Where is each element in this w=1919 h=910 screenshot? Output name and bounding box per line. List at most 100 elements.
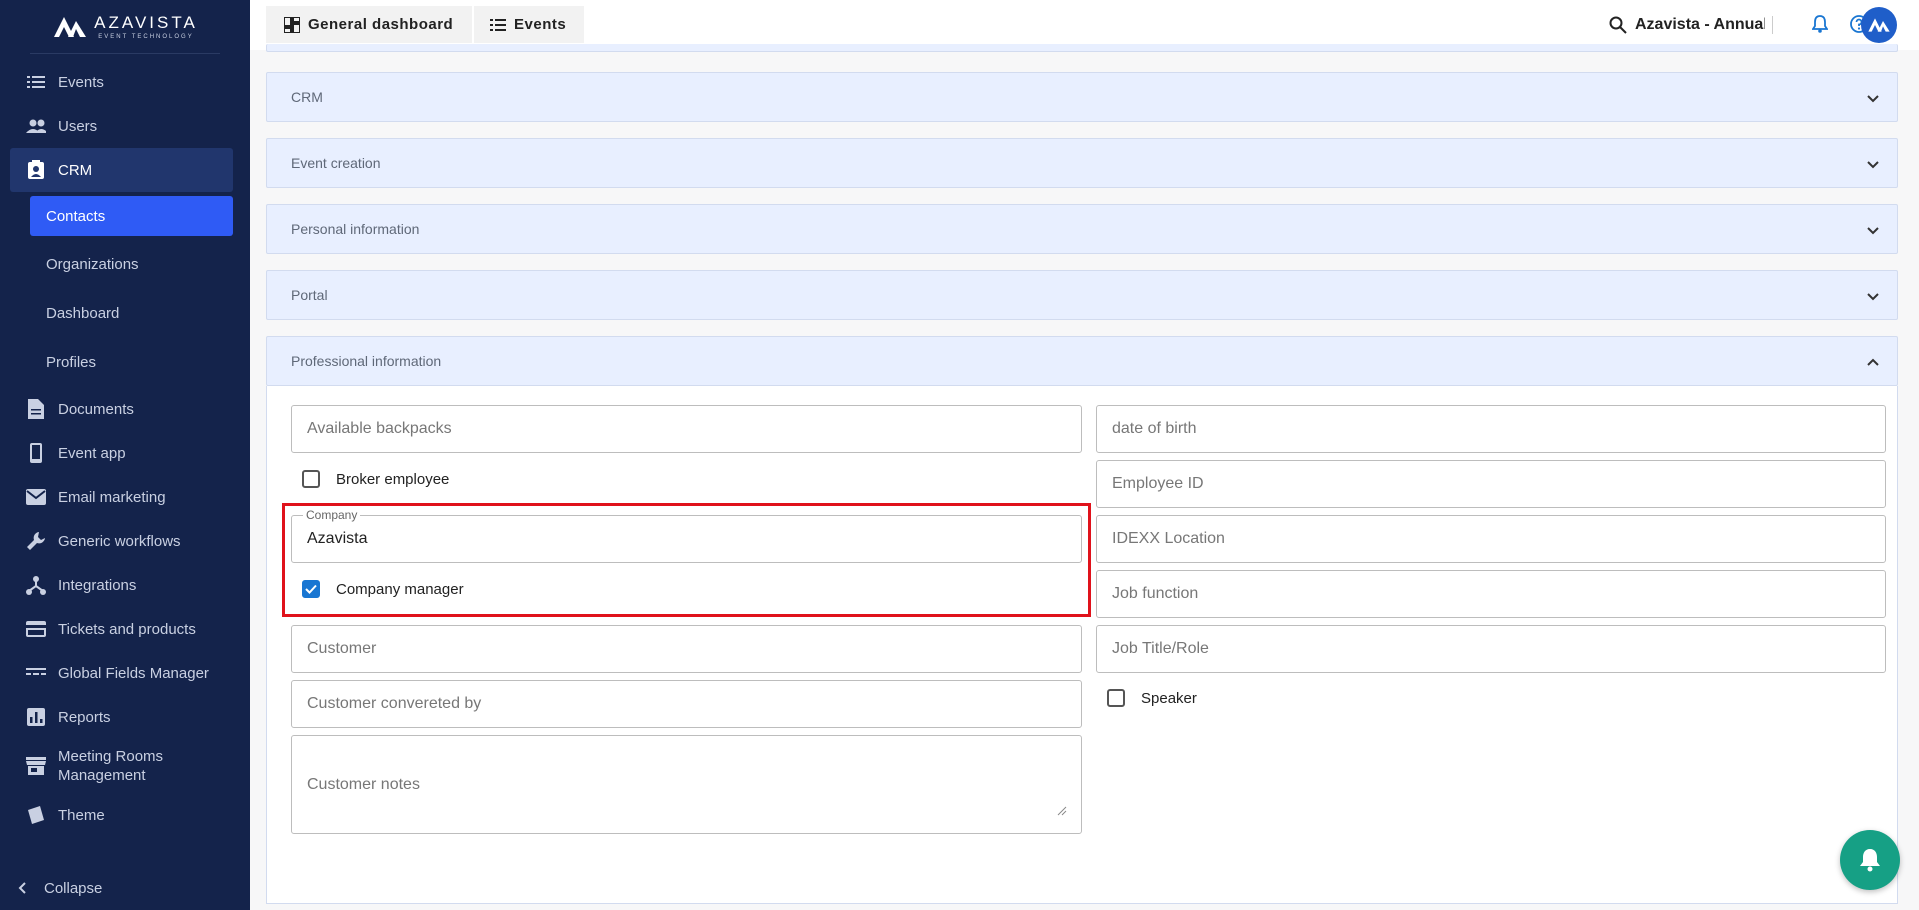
scrollbar[interactable] (1911, 170, 1919, 830)
list-icon (26, 72, 46, 92)
sidebar: AZAVISTA EVENT TECHNOLOGY Events Users C… (0, 0, 250, 910)
section-personal-information[interactable]: Personal information (266, 204, 1898, 254)
theme-icon (26, 805, 46, 825)
date-of-birth-input[interactable]: date of birth (1096, 405, 1886, 453)
chevron-down-icon (1867, 288, 1879, 304)
checkbox-label: Company manager (336, 580, 464, 598)
sidebar-subitem-contacts[interactable]: Contacts (30, 196, 233, 236)
hub-icon (26, 575, 46, 595)
sidebar-item-events[interactable]: Events (0, 60, 250, 104)
field-placeholder: Available backpacks (307, 420, 452, 437)
company-value: Azavista (307, 530, 368, 547)
sidebar-item-event-app[interactable]: Event app (0, 431, 250, 475)
sidebar-item-theme[interactable]: Theme (0, 793, 250, 837)
company-manager-checkbox[interactable]: Company manager (302, 577, 464, 601)
collapse-sidebar-button[interactable]: Collapse (0, 866, 250, 910)
sidebar-item-meeting-rooms-management[interactable]: Meeting Rooms Management (0, 739, 250, 793)
section-previous-collapsed (266, 44, 1898, 52)
professional-information-panel: Available backpacks Broker employee Comp… (266, 386, 1898, 904)
sidebar-item-label: Users (58, 117, 98, 135)
sidebar-subitem-organizations[interactable]: Organizations (0, 240, 250, 289)
company-input[interactable]: Company Azavista (291, 508, 1082, 563)
section-professional-information[interactable]: Professional information (266, 336, 1898, 386)
section-title: Event creation (291, 155, 381, 171)
users-icon (26, 116, 46, 136)
sidebar-item-label: Organizations (46, 256, 139, 273)
card-icon (26, 619, 46, 639)
contact-card-icon (26, 160, 46, 180)
customer-converted-by-input[interactable]: Customer convereted by (291, 680, 1082, 728)
sidebar-item-crm[interactable]: CRM (10, 148, 233, 192)
chevron-up-icon (1867, 353, 1879, 369)
section-portal[interactable]: Portal (266, 270, 1898, 320)
company-field-label: Company (303, 508, 361, 522)
checkbox-label: Broker employee (336, 470, 450, 488)
bell-icon (1860, 849, 1880, 872)
sidebar-item-label: CRM (58, 161, 93, 179)
sidebar-item-users[interactable]: Users (0, 104, 250, 148)
available-backpacks-input[interactable]: Available backpacks (291, 405, 1082, 453)
sidebar-item-label: Documents (58, 400, 134, 418)
sidebar-item-generic-workflows[interactable]: Generic workflows (0, 519, 250, 563)
tab-general-dashboard[interactable]: General dashboard (266, 6, 472, 43)
checkbox-box[interactable] (302, 580, 320, 598)
avatar[interactable] (1861, 7, 1897, 43)
sidebar-item-email-marketing[interactable]: Email marketing (0, 475, 250, 519)
azavista-logo-icon (52, 15, 88, 39)
field-placeholder: Job function (1112, 585, 1199, 602)
field-placeholder: Customer convereted by (307, 695, 482, 712)
speaker-checkbox[interactable]: Speaker (1107, 686, 1197, 710)
job-title-role-input[interactable]: Job Title/Role (1096, 625, 1886, 673)
mail-icon (26, 487, 46, 507)
chevron-left-icon (18, 882, 26, 894)
sidebar-item-tickets-and-products[interactable]: Tickets and products (0, 607, 250, 651)
sidebar-item-integrations[interactable]: Integrations (0, 563, 250, 607)
bell-icon[interactable] (1811, 15, 1829, 38)
sidebar-item-global-fields-manager[interactable]: Global Fields Manager (0, 651, 250, 695)
tab-label: Events (514, 16, 567, 33)
notifications-fab-button[interactable] (1840, 830, 1900, 890)
tab-events[interactable]: Events (474, 6, 584, 43)
document-icon (26, 399, 46, 419)
sidebar-item-label: Dashboard (46, 305, 120, 322)
brand-logo[interactable]: AZAVISTA EVENT TECHNOLOGY (30, 0, 220, 54)
job-function-input[interactable]: Job function (1096, 570, 1886, 618)
checkbox-box[interactable] (1107, 689, 1125, 707)
phone-icon (26, 443, 46, 463)
section-title: Portal (291, 287, 328, 303)
sidebar-item-label: Reports (58, 708, 111, 726)
sidebar-item-label: Email marketing (58, 488, 166, 506)
sidebar-item-label: Meeting Rooms Management (58, 748, 164, 784)
chevron-down-icon (1867, 156, 1879, 172)
divider (1772, 16, 1773, 34)
check-icon (305, 584, 317, 594)
section-title: CRM (291, 89, 323, 105)
chevron-down-icon (1867, 90, 1879, 106)
brand-tagline: EVENT TECHNOLOGY (98, 34, 194, 40)
chart-icon (26, 707, 46, 727)
resize-handle-icon[interactable] (1057, 803, 1067, 821)
brand-name: AZAVISTA (94, 13, 198, 32)
search-icon (1609, 16, 1627, 34)
sidebar-subitem-dashboard[interactable]: Dashboard (0, 289, 250, 338)
checkbox-box[interactable] (302, 470, 320, 488)
sidebar-item-label: Event app (58, 444, 126, 462)
wrench-icon (26, 531, 46, 551)
top-bar: General dashboard Events Azavista - Annu… (250, 0, 1919, 50)
customer-input[interactable]: Customer (291, 625, 1082, 673)
field-placeholder: date of birth (1112, 420, 1197, 437)
event-search[interactable]: Azavista - Annual (1609, 0, 1765, 50)
customer-notes-textarea[interactable]: Customer notes (291, 735, 1082, 834)
employee-id-input[interactable]: Employee ID (1096, 460, 1886, 508)
sidebar-item-label: Events (58, 73, 104, 91)
idexx-location-input[interactable]: IDEXX Location (1096, 515, 1886, 563)
sidebar-subitem-profiles[interactable]: Profiles (0, 338, 250, 387)
section-crm[interactable]: CRM (266, 72, 1898, 122)
sidebar-item-documents[interactable]: Documents (0, 387, 250, 431)
broker-employee-checkbox[interactable]: Broker employee (302, 467, 449, 491)
store-icon (26, 756, 46, 776)
sidebar-item-label: Global Fields Manager (58, 664, 209, 682)
section-event-creation[interactable]: Event creation (266, 138, 1898, 188)
collapse-label: Collapse (44, 879, 103, 897)
sidebar-item-reports[interactable]: Reports (0, 695, 250, 739)
